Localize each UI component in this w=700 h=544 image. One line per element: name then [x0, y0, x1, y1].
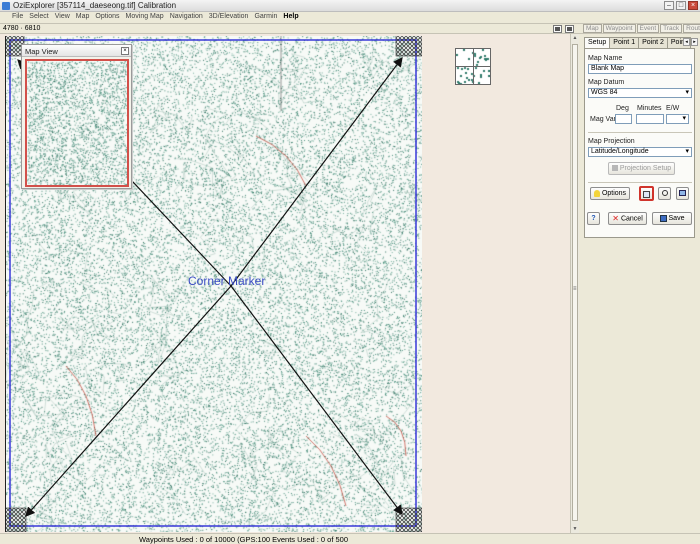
- save-button[interactable]: Save: [652, 212, 692, 225]
- map-name-label: Map Name: [588, 55, 623, 62]
- divider: [588, 182, 692, 183]
- divider: [588, 132, 692, 133]
- setup-tab-body: Map Name Blank Map Map Datum WGS 84 Deg …: [584, 48, 695, 238]
- tab-point-2[interactable]: Point 2: [638, 37, 668, 48]
- minimize-button[interactable]: ‒: [664, 1, 674, 10]
- status-bar: Waypoints Used : 0 of 10000 (GPS:100 Eve…: [0, 533, 700, 544]
- tab-scroll-right-icon[interactable]: ▸: [691, 38, 698, 46]
- mag-var-label: Mag Var: [590, 116, 616, 123]
- menu-map[interactable]: Map: [73, 12, 93, 23]
- zoom-tool-button[interactable]: [658, 187, 671, 200]
- map-datum-select[interactable]: WGS 84: [588, 88, 692, 98]
- mode-tab-map[interactable]: Map: [583, 24, 602, 33]
- menu-moving-map[interactable]: Moving Map: [123, 12, 167, 23]
- mode-tab-waypoint[interactable]: Waypoint: [602, 24, 636, 33]
- toolbar: 4780 · 6810 Map Waypoint Event Track Rou…: [0, 23, 700, 34]
- menu-navigation[interactable]: Navigation: [167, 12, 206, 23]
- projection-setup-button[interactable]: Projection Setup: [608, 162, 675, 175]
- calibration-panel: Setup Point 1 Point 2 Point ◂ ▸ Map Name…: [581, 34, 700, 533]
- map-overview-thumbnail[interactable]: [455, 48, 491, 85]
- projection-setup-icon: [611, 165, 618, 172]
- scrollbar-thumb[interactable]: [572, 44, 578, 521]
- title-bar: OziExplorer [357114_daeseong.tif] Calibr…: [0, 0, 700, 12]
- cancel-button[interactable]: ✕ Cancel: [608, 212, 647, 225]
- deg-label: Deg: [616, 105, 629, 112]
- splitter-grip-icon[interactable]: ≡: [573, 286, 577, 292]
- arrow-top-right: [230, 57, 403, 287]
- status-text: Waypoints Used : 0 of 10000 (GPS:100 Eve…: [139, 535, 349, 544]
- tab-scroll-left-icon[interactable]: ◂: [683, 38, 690, 46]
- save-image-icon[interactable]: [565, 25, 574, 33]
- mode-tabs: Map Waypoint Event Track Route: [583, 24, 700, 33]
- mag-var-ew-select[interactable]: [666, 114, 689, 124]
- magnifier-icon: [661, 190, 668, 197]
- maximize-button[interactable]: □: [676, 1, 686, 10]
- map-projection-label: Map Projection: [588, 138, 635, 145]
- window-controls: ‒ □ ×: [664, 1, 698, 10]
- help-button[interactable]: ?: [587, 212, 600, 225]
- save-icon: [659, 214, 667, 222]
- map-projection-select[interactable]: Latitude/Longitude: [588, 147, 692, 157]
- arrow-bottom-left: [25, 285, 232, 517]
- app-icon: [2, 2, 10, 10]
- mode-tab-event[interactable]: Event: [636, 24, 660, 33]
- menu-view[interactable]: View: [52, 12, 73, 23]
- thumbnail-texture: [456, 49, 490, 84]
- menu-garmin[interactable]: Garmin: [251, 12, 280, 23]
- lightbulb-icon: [593, 189, 600, 197]
- map-area[interactable]: Corner Marker Map View ×: [0, 34, 578, 533]
- tab-point-1[interactable]: Point 1: [609, 37, 640, 48]
- map-view-titlebar[interactable]: Map View ×: [22, 45, 131, 57]
- corner-marker-bottom-left: [6, 507, 27, 532]
- arrow-bottom-right: [230, 285, 403, 515]
- map-name-field[interactable]: Blank Map: [588, 64, 692, 74]
- corner-marker-top-right: [395, 36, 422, 57]
- ew-label: E/W: [666, 105, 680, 112]
- menu-help[interactable]: Help: [280, 12, 301, 23]
- map-view-title: Map View: [25, 47, 58, 56]
- scroll-up-icon[interactable]: ▲: [572, 34, 578, 42]
- close-button[interactable]: ×: [688, 1, 698, 10]
- mag-var-deg-field[interactable]: [615, 114, 632, 124]
- options-button[interactable]: Options: [590, 187, 630, 200]
- cursor-coordinates: 4780 · 6810: [3, 25, 41, 32]
- menu-file[interactable]: File: [9, 12, 26, 23]
- help-icon: ?: [591, 215, 596, 222]
- image-icon: [679, 190, 686, 197]
- menu-3d-elevation[interactable]: 3D/Elevation: [206, 12, 252, 23]
- corner-marker-label: Corner Marker: [188, 274, 266, 288]
- map-view-preview[interactable]: [25, 59, 129, 187]
- map-view-close-icon[interactable]: ×: [121, 47, 129, 55]
- menu-options[interactable]: Options: [92, 12, 122, 23]
- mini-map-texture: [27, 61, 127, 185]
- menu-select[interactable]: Select: [26, 12, 51, 23]
- tab-scroll-buttons: ◂ ▸: [683, 38, 698, 46]
- window-title: OziExplorer [357114_daeseong.tif] Calibr…: [13, 1, 177, 10]
- map-datum-label: Map Datum: [588, 79, 625, 86]
- mode-tab-route[interactable]: Route: [683, 24, 700, 33]
- mag-var-minutes-field[interactable]: [636, 114, 664, 124]
- save-image-button[interactable]: [676, 187, 689, 200]
- map-view-window[interactable]: Map View ×: [21, 44, 132, 189]
- cancel-icon: ✕: [612, 214, 619, 223]
- calibration-point-icon: [643, 190, 650, 198]
- calibration-point-tool-button[interactable]: [639, 186, 654, 201]
- mode-tab-track[interactable]: Track: [660, 24, 683, 33]
- vertical-scrollbar[interactable]: ▲ ▼: [570, 34, 579, 533]
- menu-bar: File Select View Map Options Moving Map …: [0, 12, 700, 23]
- screen-icon[interactable]: [553, 25, 562, 33]
- scroll-down-icon[interactable]: ▼: [572, 525, 578, 533]
- minutes-label: Minutes: [637, 105, 662, 112]
